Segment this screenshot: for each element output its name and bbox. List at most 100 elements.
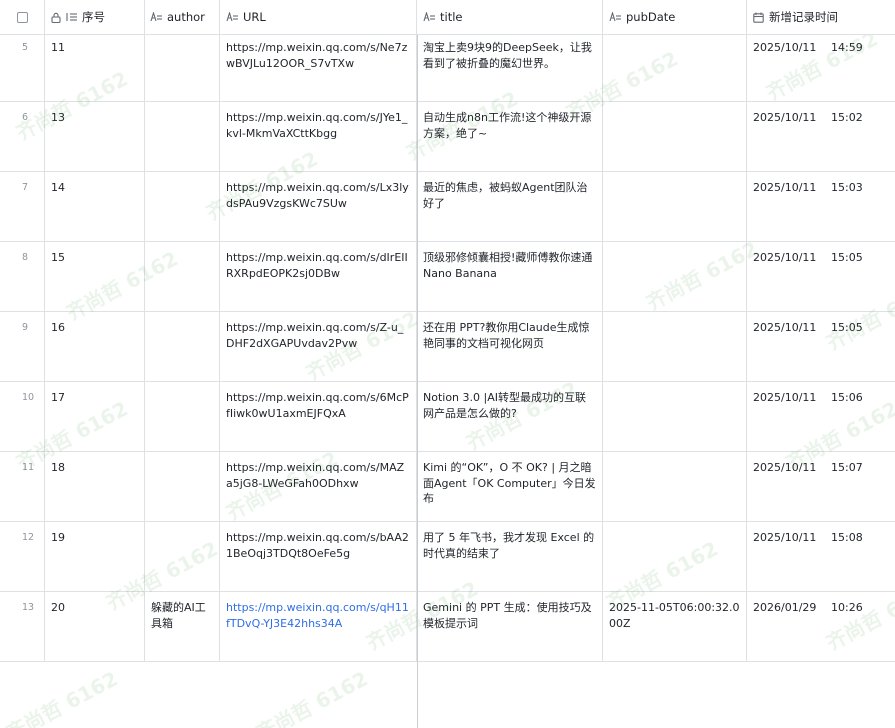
column-label-seq: 序号 (82, 10, 105, 24)
cell-url[interactable]: https://mp.weixin.qq.com/s/Lx3lydsPAu9Vz… (220, 172, 417, 241)
row-number[interactable]: 9 (0, 312, 45, 381)
cell-url[interactable]: https://mp.weixin.qq.com/s/JYe1_kvl-MkmV… (220, 102, 417, 171)
cell-title[interactable]: Kimi 的“OK”，O 不 OK? | 月之暗面Agent「OK Comput… (417, 452, 603, 521)
created-date: 2025/10/11 (753, 111, 817, 124)
cell-url[interactable]: https://mp.weixin.qq.com/s/MAZa5jG8-LWeG… (220, 452, 417, 521)
cell-url[interactable]: https://mp.weixin.qq.com/s/bAA21BeOqj3TD… (220, 522, 417, 591)
column-header-title[interactable]: title (417, 0, 603, 34)
row-number[interactable]: 8 (0, 242, 45, 311)
cell-title[interactable]: 顶级邪修倾囊相授!藏师傅教你速通Nano Banana (417, 242, 603, 311)
text-field-icon (609, 12, 621, 22)
created-date: 2025/10/11 (753, 321, 817, 334)
cell-created[interactable]: 2025/10/11 15:06 (747, 382, 895, 451)
cell-seq[interactable]: 14 (45, 172, 145, 241)
row-number[interactable]: 7 (0, 172, 45, 241)
created-date: 2025/10/11 (753, 461, 817, 474)
cell-created[interactable]: 2025/10/11 15:02 (747, 102, 895, 171)
cell-title[interactable]: Notion 3.0 |AI转型最成功的互联网产品是怎么做的? (417, 382, 603, 451)
text-field-icon (150, 12, 162, 22)
cell-pubdate[interactable] (603, 242, 747, 311)
cell-title[interactable]: 还在用 PPT?教你用Claude生成惊艳同事的文档可视化网页 (417, 312, 603, 381)
column-label-created: 新增记录时间 (769, 10, 838, 24)
created-time: 15:05 (831, 251, 863, 264)
created-time: 14:59 (831, 41, 863, 54)
cell-author[interactable] (145, 242, 220, 311)
row-number[interactable]: 10 (0, 382, 45, 451)
cell-seq[interactable]: 19 (45, 522, 145, 591)
cell-pubdate[interactable] (603, 382, 747, 451)
cell-created[interactable]: 2025/10/11 15:05 (747, 312, 895, 381)
cell-created[interactable]: 2026/01/29 10:26 (747, 592, 895, 661)
cell-title[interactable]: 淘宝上卖9块9的DeepSeek，让我看到了被折叠的魔幻世界。 (417, 32, 603, 101)
cell-created[interactable]: 2025/10/11 15:03 (747, 172, 895, 241)
cell-title[interactable]: Gemini 的 PPT 生成：使用技巧及模板提示词 (417, 592, 603, 661)
row-number[interactable]: 5 (0, 32, 45, 101)
created-time: 15:02 (831, 111, 863, 124)
cell-title[interactable]: 自动生成n8n工作流!这个神级开源方案，绝了~ (417, 102, 603, 171)
column-header-pubdate[interactable]: pubDate (603, 0, 747, 34)
select-all-cell[interactable] (0, 0, 45, 34)
text-field-icon (226, 12, 238, 22)
cell-title[interactable]: 用了 5 年飞书，我才发现 Excel 的时代真的结束了 (417, 522, 603, 591)
cell-author[interactable] (145, 32, 220, 101)
table-row[interactable]: 7 14 https://mp.weixin.qq.com/s/Lx3lydsPAu… (0, 172, 895, 242)
table-row[interactable]: 13 20 躲藏的AI工具箱 https://mp.weixin.qq.com/s/q… (0, 592, 895, 662)
row-number[interactable]: 12 (0, 522, 45, 591)
cell-url[interactable]: https://mp.weixin.qq.com/s/dIrEIIRXRpdEO… (220, 242, 417, 311)
row-number[interactable]: 13 (0, 592, 45, 661)
column-header-created[interactable]: 新增记录时间 (747, 0, 895, 34)
cell-author[interactable] (145, 382, 220, 451)
table-row[interactable]: 11 18 https://mp.weixin.qq.com/s/MAZa5jG8-… (0, 452, 895, 522)
cell-seq[interactable]: 15 (45, 242, 145, 311)
cell-url[interactable]: https://mp.weixin.qq.com/s/Ne7zwBVJLu12O… (220, 32, 417, 101)
cell-author[interactable] (145, 312, 220, 381)
created-date: 2025/10/11 (753, 41, 817, 54)
cell-created[interactable]: 2025/10/11 15:07 (747, 452, 895, 521)
column-header-author[interactable]: author (145, 0, 220, 34)
table-row[interactable]: 10 17 https://mp.weixin.qq.com/s/6McPfIiwk… (0, 382, 895, 452)
cell-seq[interactable]: 16 (45, 312, 145, 381)
table-row[interactable]: 6 13 https://mp.weixin.qq.com/s/JYe1_kvl-M… (0, 102, 895, 172)
row-number[interactable]: 11 (0, 452, 45, 521)
column-label-author: author (167, 10, 205, 24)
cell-created[interactable]: 2025/10/11 15:08 (747, 522, 895, 591)
cell-seq[interactable]: 13 (45, 102, 145, 171)
created-date: 2025/10/11 (753, 391, 817, 404)
created-time: 15:06 (831, 391, 863, 404)
table-row[interactable]: 12 19 https://mp.weixin.qq.com/s/bAA21BeOq… (0, 522, 895, 592)
column-header-seq[interactable]: 序号 (45, 0, 145, 34)
cell-author[interactable] (145, 102, 220, 171)
cell-url[interactable]: https://mp.weixin.qq.com/s/Z-u_DHF2dXGAP… (220, 312, 417, 381)
cell-seq[interactable]: 18 (45, 452, 145, 521)
checkbox-icon[interactable] (16, 11, 28, 23)
cell-author[interactable] (145, 172, 220, 241)
cell-pubdate[interactable] (603, 522, 747, 591)
row-number[interactable]: 6 (0, 102, 45, 171)
created-time: 15:07 (831, 461, 863, 474)
created-date: 2025/10/11 (753, 531, 817, 544)
cell-pubdate[interactable]: 2025-11-05T06:00:32.000Z (603, 592, 747, 661)
table-row[interactable]: 8 15 https://mp.weixin.qq.com/s/dIrEIIRXRp… (0, 242, 895, 312)
cell-pubdate[interactable] (603, 172, 747, 241)
cell-author[interactable] (145, 452, 220, 521)
created-date: 2025/10/11 (753, 251, 817, 264)
table-row[interactable]: 9 16 https://mp.weixin.qq.com/s/Z-u_DHF2dX… (0, 312, 895, 382)
frozen-divider (417, 0, 418, 728)
cell-created[interactable]: 2025/10/11 14:59 (747, 32, 895, 101)
cell-title[interactable]: 最近的焦虑，被蚂蚁Agent团队治好了 (417, 172, 603, 241)
cell-url[interactable]: https://mp.weixin.qq.com/s/6McPfIiwk0wU1… (220, 382, 417, 451)
cell-author[interactable]: 躲藏的AI工具箱 (145, 592, 220, 661)
table-row[interactable]: 5 11 https://mp.weixin.qq.com/s/Ne7zwBVJLu… (0, 32, 895, 102)
cell-seq[interactable]: 17 (45, 382, 145, 451)
cell-pubdate[interactable] (603, 102, 747, 171)
cell-author[interactable] (145, 522, 220, 591)
cell-url[interactable]: https://mp.weixin.qq.com/s/qH11fTDvQ-YJ3… (220, 592, 417, 661)
cell-pubdate[interactable] (603, 312, 747, 381)
column-header-url[interactable]: URL (220, 0, 417, 34)
lock-icon (51, 12, 61, 23)
cell-seq[interactable]: 11 (45, 32, 145, 101)
cell-created[interactable]: 2025/10/11 15:05 (747, 242, 895, 311)
cell-pubdate[interactable] (603, 32, 747, 101)
cell-seq[interactable]: 20 (45, 592, 145, 661)
cell-pubdate[interactable] (603, 452, 747, 521)
